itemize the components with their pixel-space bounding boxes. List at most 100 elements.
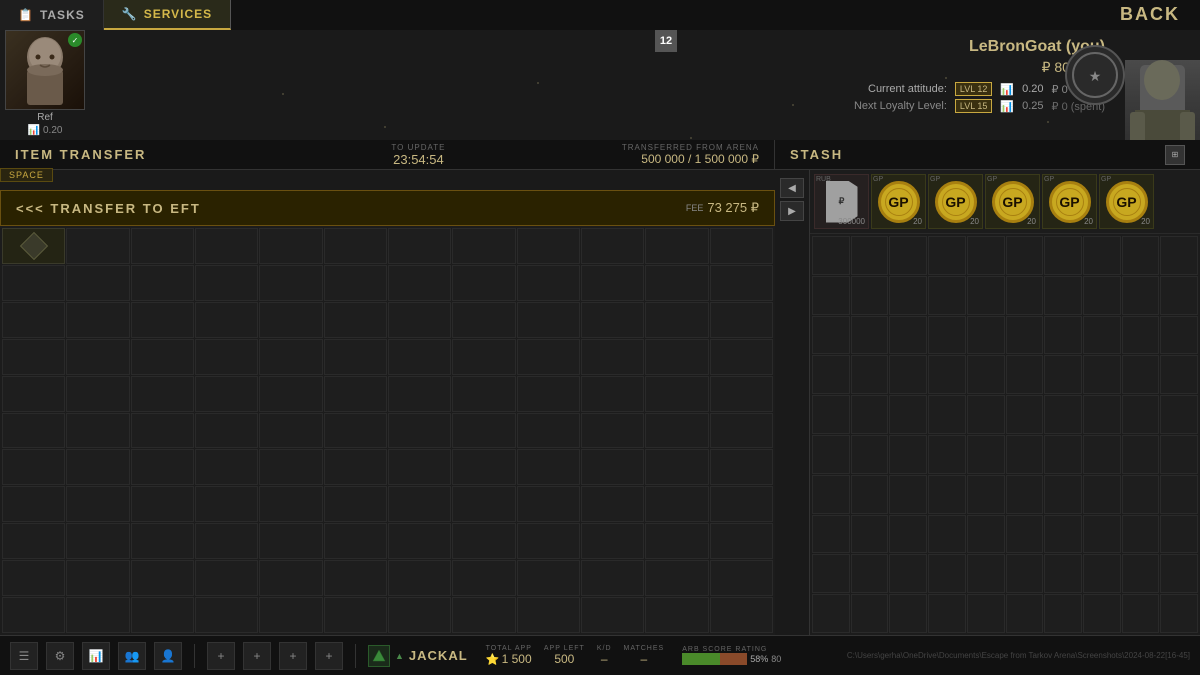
stash-grid-cell[interactable]: [812, 316, 850, 355]
transfer-grid-cell[interactable]: [388, 265, 451, 301]
transfer-grid-cell[interactable]: [195, 560, 258, 596]
transfer-grid-cell[interactable]: [517, 560, 580, 596]
transfer-grid-cell[interactable]: [581, 228, 644, 264]
transfer-grid-cell[interactable]: [195, 339, 258, 375]
transfer-grid-cell[interactable]: [645, 302, 708, 338]
stash-grid-cell[interactable]: [851, 475, 889, 514]
stash-grid-cell[interactable]: [1083, 594, 1121, 633]
stash-grid-cell[interactable]: [1160, 515, 1198, 554]
transfer-grid-cell[interactable]: [581, 376, 644, 412]
transfer-grid-cell[interactable]: [324, 560, 387, 596]
stash-grid-cell[interactable]: [812, 435, 850, 474]
stash-grid-cell[interactable]: [1083, 316, 1121, 355]
stash-grid-cell[interactable]: [928, 395, 966, 434]
transfer-grid-cell[interactable]: [66, 339, 129, 375]
transfer-grid-cell[interactable]: [195, 265, 258, 301]
stash-grid-cell[interactable]: [851, 554, 889, 593]
stash-grid-cell[interactable]: [1044, 316, 1082, 355]
transfer-grid-cell[interactable]: [66, 560, 129, 596]
transfer-grid-cell[interactable]: [452, 523, 515, 559]
stash-grid-cell[interactable]: [1160, 355, 1198, 394]
stash-grid-cell[interactable]: [967, 276, 1005, 315]
stash-grid-cell[interactable]: [812, 515, 850, 554]
stash-grid-cell[interactable]: [1122, 236, 1160, 275]
transfer-grid-cell[interactable]: [131, 228, 194, 264]
transfer-grid-cell[interactable]: [645, 228, 708, 264]
stash-grid-cell[interactable]: [1006, 316, 1044, 355]
stash-grid-cell[interactable]: [851, 276, 889, 315]
transfer-grid-cell[interactable]: [131, 302, 194, 338]
transfer-grid-cell[interactable]: [2, 560, 65, 596]
stash-grid-cell[interactable]: [851, 236, 889, 275]
transfer-grid-cell[interactable]: [66, 265, 129, 301]
transfer-grid-cell[interactable]: [581, 339, 644, 375]
transfer-grid-cell[interactable]: [2, 339, 65, 375]
transfer-grid-cell[interactable]: [452, 413, 515, 449]
stash-grid-cell[interactable]: [812, 236, 850, 275]
transfer-right-button[interactable]: ▶: [780, 201, 804, 221]
transfer-grid-cell[interactable]: [581, 449, 644, 485]
stash-grid-cell[interactable]: [967, 395, 1005, 434]
transfer-grid-cell[interactable]: [324, 302, 387, 338]
stash-grid-cell[interactable]: [1044, 276, 1082, 315]
stash-grid-cell[interactable]: [1083, 515, 1121, 554]
trader-avatar[interactable]: ✓: [5, 30, 85, 110]
stash-grid-cell[interactable]: [1160, 554, 1198, 593]
stash-grid-cell[interactable]: [1083, 355, 1121, 394]
transfer-grid-cell[interactable]: [324, 339, 387, 375]
stash-grid-cell[interactable]: [1083, 276, 1121, 315]
transfer-grid-cell[interactable]: [195, 523, 258, 559]
transfer-grid-cell[interactable]: [581, 597, 644, 633]
gp-coin-4[interactable]: GP 20 GP: [1042, 174, 1097, 229]
transfer-grid-cell[interactable]: [66, 302, 129, 338]
transfer-grid-cell[interactable]: [388, 523, 451, 559]
stash-grid-cell[interactable]: [967, 316, 1005, 355]
transfer-grid-cell[interactable]: [645, 339, 708, 375]
stash-grid-cell[interactable]: [967, 236, 1005, 275]
transfer-grid-cell[interactable]: [324, 228, 387, 264]
stash-grid-cell[interactable]: [928, 435, 966, 474]
transfer-grid-cell[interactable]: [388, 449, 451, 485]
transfer-grid-cell[interactable]: [710, 597, 773, 633]
gp-coin-2[interactable]: GP 20 GP: [928, 174, 983, 229]
transfer-grid-cell[interactable]: [259, 449, 322, 485]
transfer-grid-cell[interactable]: [195, 302, 258, 338]
gp-coin-1[interactable]: GP 20 GP: [871, 174, 926, 229]
stash-grid-cell[interactable]: [928, 554, 966, 593]
transfer-grid-cell[interactable]: [517, 339, 580, 375]
stash-grid-cell[interactable]: [1122, 395, 1160, 434]
transfer-grid-cell[interactable]: [131, 486, 194, 522]
stash-grid-cell[interactable]: [889, 276, 927, 315]
stash-grid-cell[interactable]: [1044, 475, 1082, 514]
stash-grid-cell[interactable]: [889, 355, 927, 394]
transfer-grid-cell[interactable]: [517, 265, 580, 301]
transfer-grid-cell[interactable]: [388, 228, 451, 264]
transfer-grid-cell[interactable]: [66, 413, 129, 449]
transfer-grid-cell[interactable]: [452, 486, 515, 522]
transfer-grid-cell[interactable]: [581, 265, 644, 301]
transfer-grid-cell[interactable]: [710, 560, 773, 596]
stash-grid-cell[interactable]: [812, 475, 850, 514]
friends-button[interactable]: 👥: [118, 642, 146, 670]
stash-grid-cell[interactable]: [928, 475, 966, 514]
transfer-grid-cell[interactable]: [259, 597, 322, 633]
transfer-grid-cell[interactable]: [645, 413, 708, 449]
transfer-grid-cell[interactable]: [259, 413, 322, 449]
transfer-grid-cell[interactable]: [324, 413, 387, 449]
transfer-grid-cell[interactable]: [452, 449, 515, 485]
transfer-grid-cell[interactable]: [195, 228, 258, 264]
stash-grid-cell[interactable]: [1044, 435, 1082, 474]
transfer-grid-cell[interactable]: [452, 265, 515, 301]
tab-tasks[interactable]: 📋 TASKS: [0, 0, 104, 30]
stash-grid-cell[interactable]: [889, 594, 927, 633]
stash-grid-cell[interactable]: [967, 594, 1005, 633]
stash-grid-cell[interactable]: [1083, 395, 1121, 434]
back-button[interactable]: BACK: [1120, 4, 1180, 25]
stash-grid-cell[interactable]: [812, 355, 850, 394]
transfer-grid-cell[interactable]: [131, 376, 194, 412]
stash-grid-cell[interactable]: [1122, 475, 1160, 514]
stash-grid-cell[interactable]: [1044, 554, 1082, 593]
stash-grid-cell[interactable]: [1122, 515, 1160, 554]
transfer-grid-cell[interactable]: [581, 486, 644, 522]
transfer-grid-cell[interactable]: [195, 449, 258, 485]
